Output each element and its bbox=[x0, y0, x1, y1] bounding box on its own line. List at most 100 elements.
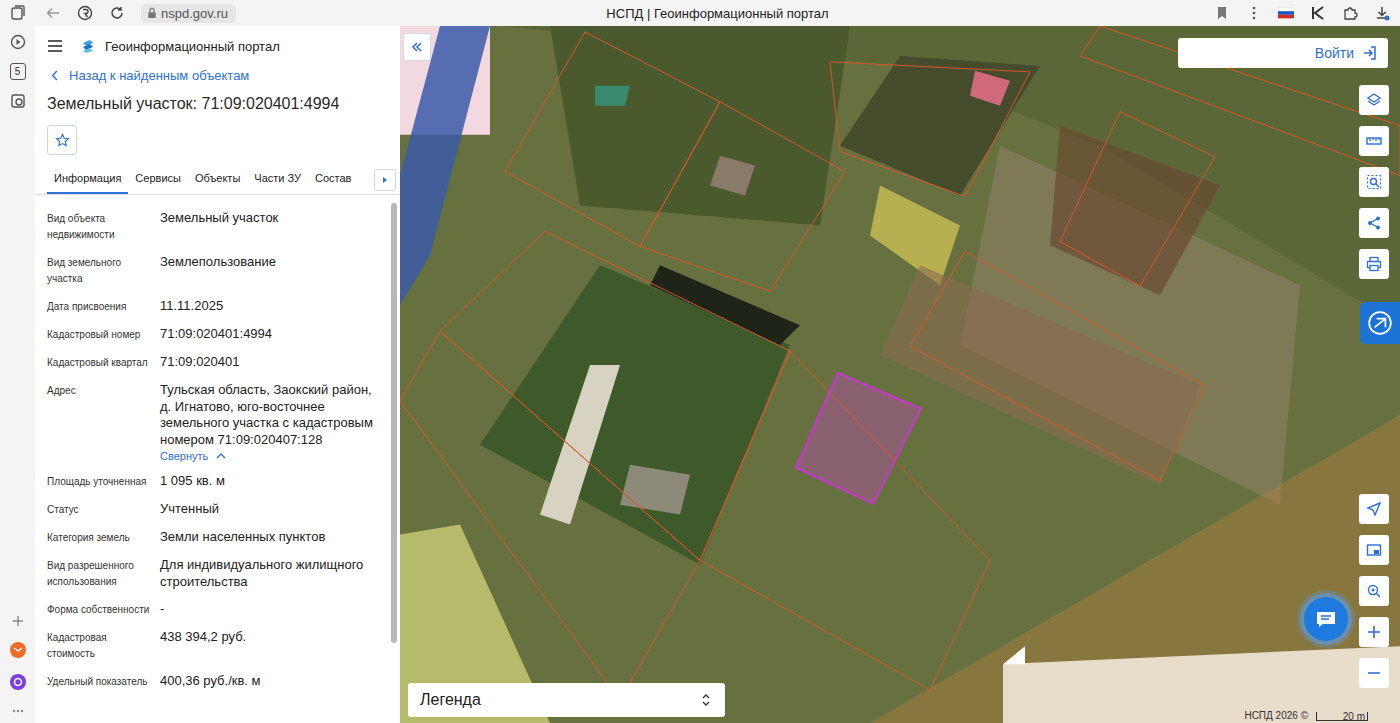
back-arrow-icon[interactable] bbox=[45, 5, 61, 21]
info-panel: Геоинформационный портал Назад к найденны… bbox=[35, 26, 400, 723]
sidebar-badge[interactable]: 5 bbox=[10, 63, 26, 80]
tab[interactable]: Состав bbox=[308, 165, 358, 194]
field-row: Вид земельного участкаЗемлепользование bbox=[47, 249, 386, 293]
zoom-out-button[interactable] bbox=[1359, 658, 1389, 688]
field-value: Для индивидуального жилищного строительс… bbox=[160, 557, 386, 590]
browser-window: 5 nspd.gov.ruНСПД | Геоинформационный пор… bbox=[0, 0, 1400, 723]
russia-flag-icon[interactable] bbox=[1278, 5, 1294, 21]
point-search-button[interactable] bbox=[1359, 576, 1389, 606]
add-icon[interactable] bbox=[12, 615, 24, 627]
zoom-in-button[interactable] bbox=[1359, 617, 1389, 647]
media-icon[interactable] bbox=[10, 93, 26, 109]
menu-dots-icon[interactable] bbox=[1246, 5, 1262, 21]
alice-app-icon[interactable] bbox=[9, 673, 27, 691]
address-bar[interactable]: nspd.gov.ru bbox=[141, 4, 236, 23]
field-value: Тульская область, Заокский район, д. Игн… bbox=[160, 382, 386, 448]
parcel[interactable] bbox=[505, 32, 720, 246]
legend-label[interactable]: Легенда bbox=[420, 691, 481, 709]
browser-toolbar: nspd.gov.ruНСПД | Геоинформационный порт… bbox=[35, 0, 1400, 26]
chat-button[interactable] bbox=[1304, 597, 1348, 641]
parcel[interactable] bbox=[400, 331, 700, 700]
parcel[interactable] bbox=[700, 351, 990, 690]
reload-icon[interactable] bbox=[109, 5, 125, 21]
collapse-link[interactable]: Свернуть bbox=[160, 450, 386, 462]
ruler-button[interactable] bbox=[1359, 126, 1389, 156]
field-label: Вид объекта недвижимости bbox=[47, 210, 154, 243]
back-link-text[interactable]: Назад к найденным объектам bbox=[69, 68, 249, 83]
field-row: СтатусУчтенный bbox=[47, 496, 386, 524]
download-icon[interactable] bbox=[1374, 5, 1390, 21]
field-label: Статус bbox=[47, 501, 154, 518]
panel-body: Вид объекта недвижимостиЗемельный участо… bbox=[35, 195, 400, 723]
menu-icon[interactable] bbox=[47, 40, 63, 52]
login-text[interactable]: Войти bbox=[1315, 45, 1354, 61]
mail-app-icon[interactable] bbox=[9, 641, 27, 659]
tab[interactable]: Объекты bbox=[188, 165, 247, 194]
play-icon[interactable] bbox=[10, 34, 26, 50]
field-row: Кадастровый квартал71:09:020401 bbox=[47, 349, 386, 377]
field-row: Удельный показатель400,36 руб./кв. м bbox=[47, 668, 386, 696]
login-button[interactable]: Войти bbox=[1178, 38, 1388, 68]
locate-button[interactable] bbox=[1359, 494, 1389, 524]
share-button[interactable] bbox=[1359, 208, 1389, 238]
field-label: Площадь уточненная bbox=[47, 473, 154, 490]
field-row: Вид разрешенного использованияДля индиви… bbox=[47, 552, 386, 596]
back-link[interactable]: Назад к найденным объектам bbox=[35, 60, 400, 87]
basemap-button[interactable] bbox=[1359, 535, 1389, 565]
login-icon bbox=[1362, 45, 1378, 61]
tab[interactable]: Сервисы bbox=[128, 165, 188, 194]
extensions-icon[interactable] bbox=[1342, 5, 1358, 21]
field-row: Форма собственности- bbox=[47, 596, 386, 624]
field-value-box: Земельный участок bbox=[160, 210, 386, 243]
parcel[interactable] bbox=[910, 251, 1205, 480]
yandex-icon[interactable] bbox=[77, 5, 93, 21]
field-value: 400,36 руб./кв. м bbox=[160, 673, 386, 690]
plus-icon bbox=[1366, 624, 1382, 640]
tab[interactable]: Информация bbox=[47, 165, 128, 194]
chat-bubble-icon bbox=[1314, 607, 1338, 631]
field-value-box: 400,36 руб./кв. м bbox=[160, 673, 386, 690]
tab-bar: ИнформацияСервисыОбъектыЧасти ЗУСостав bbox=[35, 165, 400, 195]
field-row: Кадастровая стоимость438 394,2 руб. bbox=[47, 624, 386, 668]
print-button[interactable] bbox=[1359, 249, 1389, 279]
navigation-arrow-icon bbox=[1366, 501, 1382, 517]
collapse-panel-button[interactable] bbox=[403, 33, 431, 61]
scrollbar[interactable] bbox=[390, 195, 398, 723]
portal-logo-icon[interactable] bbox=[80, 38, 96, 54]
parcel[interactable] bbox=[1080, 26, 1400, 176]
map[interactable]: ВойтиЛегендаНСПД 2026 ©20 m bbox=[400, 26, 1400, 723]
bookmark-icon[interactable] bbox=[1214, 5, 1230, 21]
parcel[interactable] bbox=[1060, 112, 1215, 286]
area-search-icon bbox=[1366, 174, 1382, 190]
portal-name[interactable]: Геоинформационный портал bbox=[105, 39, 280, 54]
legend-dropdown[interactable]: Легенда bbox=[408, 683, 725, 717]
share-icon bbox=[1366, 215, 1382, 231]
map-toolbar bbox=[1359, 85, 1389, 279]
tab[interactable]: Части ЗУ bbox=[247, 165, 308, 194]
tabs-scroll-button[interactable] bbox=[374, 169, 396, 191]
parcel[interactable] bbox=[830, 62, 1030, 197]
tabs-icon[interactable] bbox=[10, 5, 26, 21]
field-value: 11.11.2025 bbox=[160, 298, 386, 315]
field-value: Земли населенных пунктов bbox=[160, 529, 386, 546]
field-label: Адрес bbox=[47, 382, 154, 462]
field-value: Землепользование bbox=[160, 254, 386, 271]
reports-tab[interactable] bbox=[1360, 302, 1400, 344]
map-navigation-controls bbox=[1359, 494, 1389, 688]
chevron-up-icon bbox=[216, 453, 226, 459]
selected-parcel[interactable] bbox=[796, 373, 921, 504]
field-label: Дата присвоения bbox=[47, 298, 154, 315]
field-value-box: Тульская область, Заокский район, д. Игн… bbox=[160, 382, 386, 462]
layers-button[interactable] bbox=[1359, 85, 1389, 115]
field-value-box: Для индивидуального жилищного строительс… bbox=[160, 557, 386, 590]
parcel[interactable] bbox=[440, 231, 790, 560]
field-value: - bbox=[160, 601, 386, 618]
scrollbar-thumb[interactable] bbox=[391, 203, 397, 643]
point-search-icon bbox=[1366, 583, 1382, 599]
more-icon[interactable] bbox=[12, 705, 24, 717]
favorite-button[interactable] bbox=[47, 125, 77, 155]
parcel[interactable] bbox=[640, 102, 845, 291]
field-value: 71:09:020401 bbox=[160, 354, 386, 371]
select-search-button[interactable] bbox=[1359, 167, 1389, 197]
extension-k-icon[interactable] bbox=[1310, 5, 1326, 21]
